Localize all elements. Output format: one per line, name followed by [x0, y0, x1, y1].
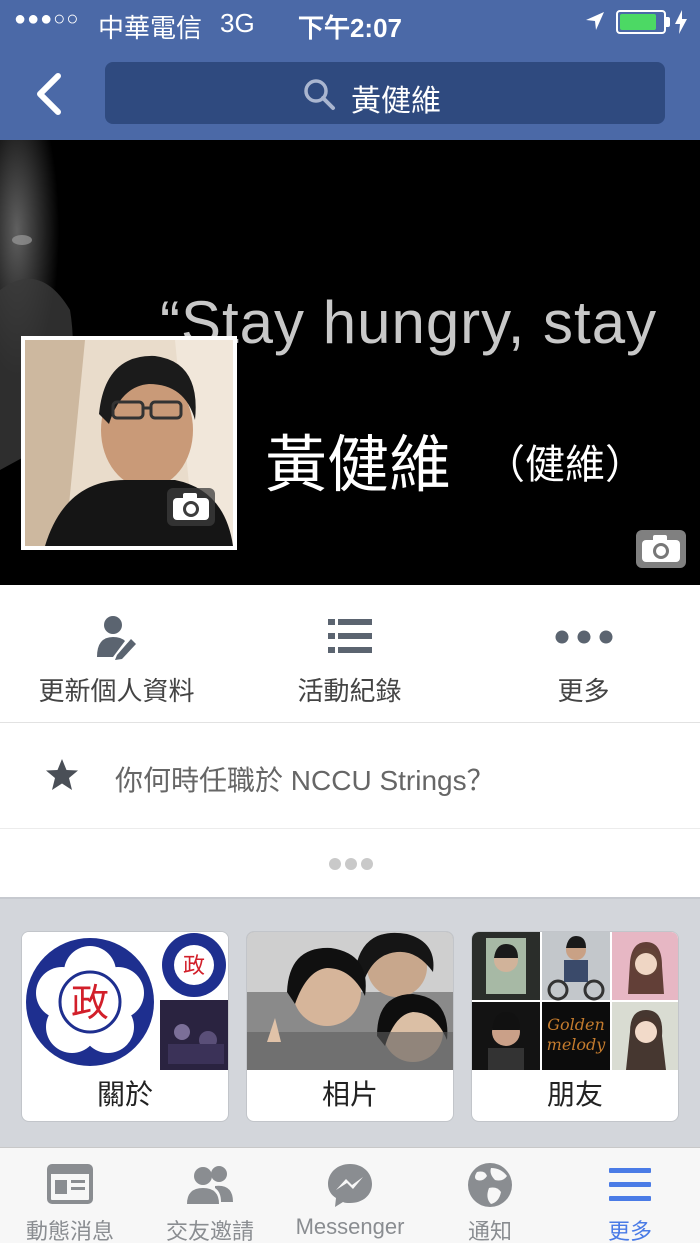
tab-friend-requests[interactable]: 交友邀請	[140, 1148, 280, 1243]
status-bar: ●●●○○ 中華電信 3G 下午2:07	[0, 0, 700, 46]
friends-label: 朋友	[546, 1079, 603, 1110]
photos-card[interactable]: 相片	[246, 931, 454, 1122]
university-logo: 政 政	[22, 932, 228, 1070]
chevron-left-icon	[37, 73, 61, 115]
navigation-header: ●●●○○ 中華電信 3G 下午2:07 黃健維	[0, 0, 700, 140]
photos-preview	[247, 932, 453, 1070]
work-prompt-text: 你何時任職於 NCCU Strings？	[115, 765, 495, 796]
menu-icon	[609, 1168, 651, 1201]
work-prompt[interactable]: 你何時任職於 NCCU Strings？	[0, 723, 700, 829]
tab-news-feed[interactable]: 動態消息	[0, 1148, 140, 1243]
tab-notifications-label: 通知	[467, 1219, 512, 1243]
seal-text: 政	[71, 981, 109, 1025]
search-icon	[304, 79, 335, 110]
photos-thumbnail	[247, 932, 453, 1070]
tab-more[interactable]: 更多	[560, 1148, 700, 1243]
tab-friend-requests-label: 交友邀請	[165, 1219, 254, 1243]
more-actions-label: 更多	[557, 676, 610, 706]
svg-text:melody: melody	[547, 1035, 607, 1054]
about-card[interactable]: 政 政 關於	[21, 931, 229, 1122]
list-icon	[327, 619, 372, 653]
battery-tip	[666, 17, 670, 27]
camera-icon	[173, 493, 209, 520]
tab-notifications[interactable]: 通知	[420, 1148, 560, 1243]
battery-level-fill	[620, 14, 656, 30]
about-label: 關於	[96, 1079, 153, 1110]
news-feed-icon	[47, 1164, 93, 1204]
cover-photo[interactable]: “Stay hungry, stay 黃健維 （健維）	[0, 140, 700, 585]
more-icon	[555, 630, 612, 644]
photos-label: 相片	[321, 1079, 378, 1110]
profile-picture[interactable]	[21, 336, 237, 550]
battery-indicator	[616, 10, 666, 34]
loading-dot	[345, 858, 357, 870]
tab-bar: 動態消息 交友邀請 Messenger 通知 更多	[0, 1147, 700, 1243]
profile-actions: 更新個人資料 活動紀錄 更多	[0, 585, 700, 723]
charging-bolt-icon	[675, 10, 687, 34]
tab-messenger-label: Messenger	[295, 1214, 405, 1239]
about-thumbnail: 政 政	[22, 932, 228, 1070]
profile-name: 黃健維	[265, 431, 452, 500]
update-profile-button[interactable]: 更新個人資料	[0, 585, 233, 723]
tab-more-label: 更多	[607, 1219, 652, 1243]
messenger-icon	[328, 1164, 372, 1207]
profile-nickname: （健維）	[485, 443, 645, 487]
tab-messenger[interactable]: Messenger	[280, 1148, 420, 1243]
friends-card[interactable]: Golden melody 朋友	[471, 931, 679, 1122]
search-bar[interactable]: 黃健維	[105, 62, 665, 124]
loading-indicator	[0, 829, 700, 899]
tab-news-feed-label: 動態消息	[25, 1219, 114, 1243]
update-profile-label: 更新個人資料	[38, 676, 195, 706]
search-query: 黃健維	[351, 85, 441, 118]
seal-text: 政	[183, 954, 205, 979]
loading-dot	[361, 858, 373, 870]
friends-thumbnail: Golden melody	[472, 932, 678, 1070]
friends-collage: Golden melody	[472, 932, 678, 1070]
change-cover-photo-button[interactable]	[636, 530, 686, 568]
location-arrow-icon	[586, 12, 604, 30]
edit-profile-icon	[96, 616, 136, 660]
globe-icon	[468, 1163, 512, 1207]
loading-dot	[329, 858, 341, 870]
change-profile-photo-button[interactable]	[167, 488, 215, 526]
camera-icon	[642, 535, 680, 562]
more-actions-button[interactable]: 更多	[467, 585, 700, 723]
activity-log-label: 活動紀錄	[297, 676, 402, 706]
friend-requests-icon	[187, 1166, 233, 1204]
svg-text:Golden: Golden	[547, 1015, 605, 1034]
back-button[interactable]	[28, 66, 72, 122]
activity-log-button[interactable]: 活動紀錄	[233, 585, 466, 723]
star-icon	[46, 759, 78, 790]
